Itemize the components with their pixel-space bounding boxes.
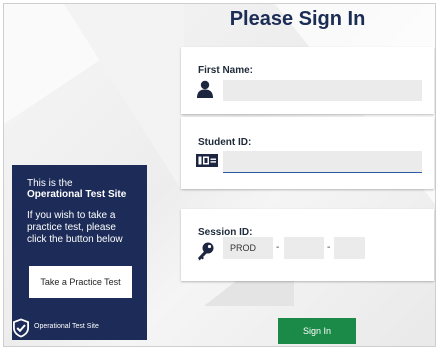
student-id-card: Student ID:	[181, 117, 434, 189]
session-part3-input[interactable]	[334, 237, 365, 259]
site-badge-label: Operational Test Site	[34, 323, 99, 330]
panel-text: This is the	[27, 178, 73, 189]
key-icon	[198, 242, 214, 261]
site-badge: Operational Test Site	[12, 316, 147, 340]
session-part2-input[interactable]	[284, 237, 324, 259]
take-practice-test-button[interactable]: Take a Practice Test	[29, 266, 132, 298]
student-id-input[interactable]	[223, 151, 422, 173]
session-id-card: Session ID: - -	[181, 209, 434, 281]
panel-text: click the button below	[27, 234, 123, 245]
session-separator: -	[327, 242, 331, 253]
panel-text: practice test, please	[27, 222, 116, 233]
student-id-label: Student ID:	[198, 137, 252, 148]
id-card-icon	[196, 154, 218, 167]
shield-check-icon	[13, 318, 29, 338]
first-name-input[interactable]	[223, 80, 422, 101]
panel-text: If you wish to take a	[27, 210, 116, 221]
panel-site-name: Operational Test Site	[27, 189, 127, 200]
page-title: Please Sign In	[229, 8, 366, 30]
first-name-label: First Name:	[198, 65, 254, 76]
sign-in-button[interactable]: Sign In	[278, 318, 356, 344]
first-name-card: First Name:	[181, 47, 434, 114]
session-prefix-input[interactable]	[223, 237, 273, 259]
person-icon	[197, 80, 213, 98]
session-separator: -	[276, 242, 280, 253]
practice-test-panel: This is the Operational Test Site If you…	[12, 165, 147, 340]
